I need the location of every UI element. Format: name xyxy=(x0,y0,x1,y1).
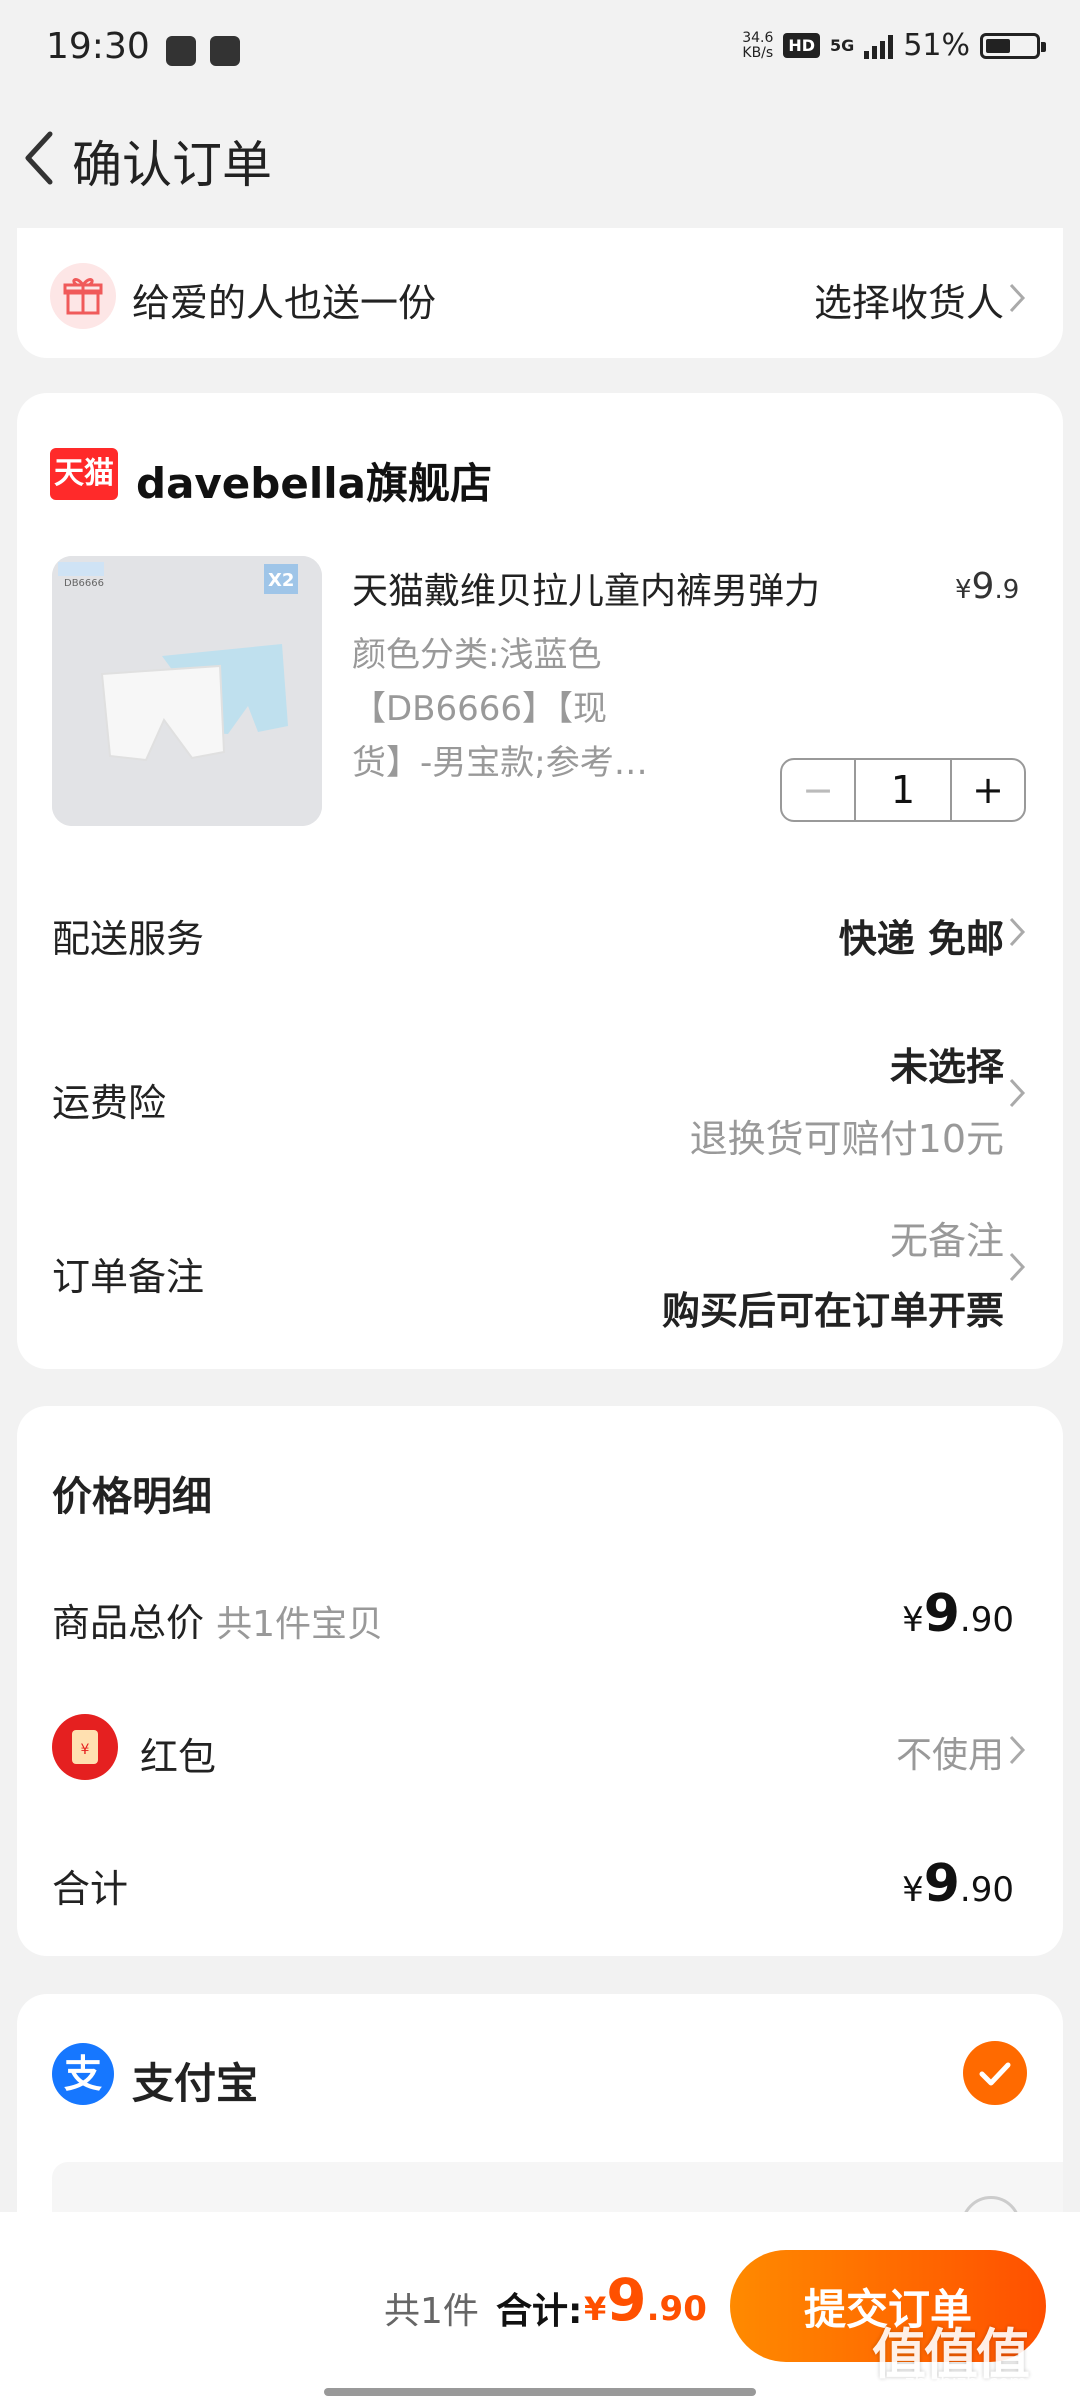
network-type: 5G xyxy=(830,36,855,55)
chevron-right-icon xyxy=(1009,1252,1026,1282)
watermark-url: zhizhizhi.com xyxy=(905,2372,1027,2393)
home-indicator[interactable] xyxy=(324,2388,756,2396)
gift-label: 给爱的人也送一份 xyxy=(132,281,437,325)
goods-total-value: ¥9.90 xyxy=(902,1584,1014,1644)
chevron-right-icon xyxy=(1009,283,1026,313)
insurance-sub: 退换货可赔付10元 xyxy=(689,1117,1004,1161)
alipay-label[interactable]: 支付宝 xyxy=(132,2050,258,2111)
back-button[interactable] xyxy=(14,118,64,198)
delivery-label: 配送服务 xyxy=(52,917,205,961)
note-sub: 购买后可在订单开票 xyxy=(661,1289,1004,1333)
note-value[interactable]: 无备注 xyxy=(890,1210,1004,1265)
red-packet-label: 红包 xyxy=(140,1735,217,1779)
battery-icon xyxy=(980,32,1046,59)
total-label: 合计 xyxy=(52,1867,129,1911)
product-price: ¥9.9 xyxy=(955,566,1020,607)
gift-icon xyxy=(50,263,116,329)
alipay-icon: 支 xyxy=(52,2043,114,2105)
status-time: 19:30 xyxy=(46,26,150,67)
chevron-right-icon xyxy=(1009,1078,1026,1108)
price-detail-heading: 价格明细 xyxy=(52,1474,212,1520)
net-speed: 34.6 KB/s xyxy=(742,29,774,61)
signal-icon xyxy=(864,33,894,59)
delivery-value[interactable]: 快递 免邮 xyxy=(839,908,1004,963)
red-packet-icon: ¥ xyxy=(52,1714,118,1780)
shop-name[interactable]: davebella旗舰店 xyxy=(136,450,492,511)
insurance-label: 运费险 xyxy=(52,1081,167,1125)
svg-text:¥: ¥ xyxy=(81,1742,90,1758)
product-spec[interactable]: 颜色分类:浅蓝色 【DB6666】【现 货】-男宝款;参考… xyxy=(352,628,752,790)
choose-recipient-link[interactable]: 选择收货人 xyxy=(814,272,1004,327)
page-title: 确认订单 xyxy=(72,136,272,194)
bottom-total-label: 合计: xyxy=(496,2291,583,2332)
quantity-stepper: − 1 + xyxy=(780,758,1026,822)
insurance-value[interactable]: 未选择 xyxy=(890,1036,1004,1091)
red-packet-value[interactable]: 不使用 xyxy=(896,1726,1004,1778)
note-label: 订单备注 xyxy=(52,1255,205,1299)
product-image-code: DB6666 xyxy=(64,578,104,589)
notification-icon xyxy=(210,36,240,66)
bottom-count: 共1件 xyxy=(384,2291,479,2332)
alipay-selected-check[interactable] xyxy=(963,2041,1027,2105)
wechat-icon xyxy=(166,36,196,66)
status-bar: 19:30 34.6 KB/s HD 5G 51% xyxy=(0,0,1080,100)
hd-badge: HD xyxy=(783,33,821,58)
product-image-badge: X2 xyxy=(268,570,294,591)
product-image[interactable]: DB6666 X2 xyxy=(52,556,322,826)
quantity-value[interactable]: 1 xyxy=(856,760,950,820)
decrease-button[interactable]: − xyxy=(782,760,856,820)
battery-percent: 51% xyxy=(903,28,970,63)
increase-button[interactable]: + xyxy=(950,760,1024,820)
chevron-right-icon xyxy=(1009,1735,1026,1765)
status-right: 34.6 KB/s HD 5G 51% xyxy=(742,28,1046,63)
tmall-logo: 天猫 xyxy=(50,448,118,500)
chevron-right-icon xyxy=(1009,917,1026,947)
check-icon xyxy=(979,2062,1011,2086)
chevron-left-icon xyxy=(25,131,53,185)
total-value: ¥9.90 xyxy=(902,1854,1014,1914)
bottom-total-value: ¥9.90 xyxy=(584,2266,707,2334)
goods-total-label: 商品总价 共1件宝贝 xyxy=(52,1601,384,1645)
product-title[interactable]: 天猫戴维贝拉儿童内裤男弹力 xyxy=(352,562,892,614)
